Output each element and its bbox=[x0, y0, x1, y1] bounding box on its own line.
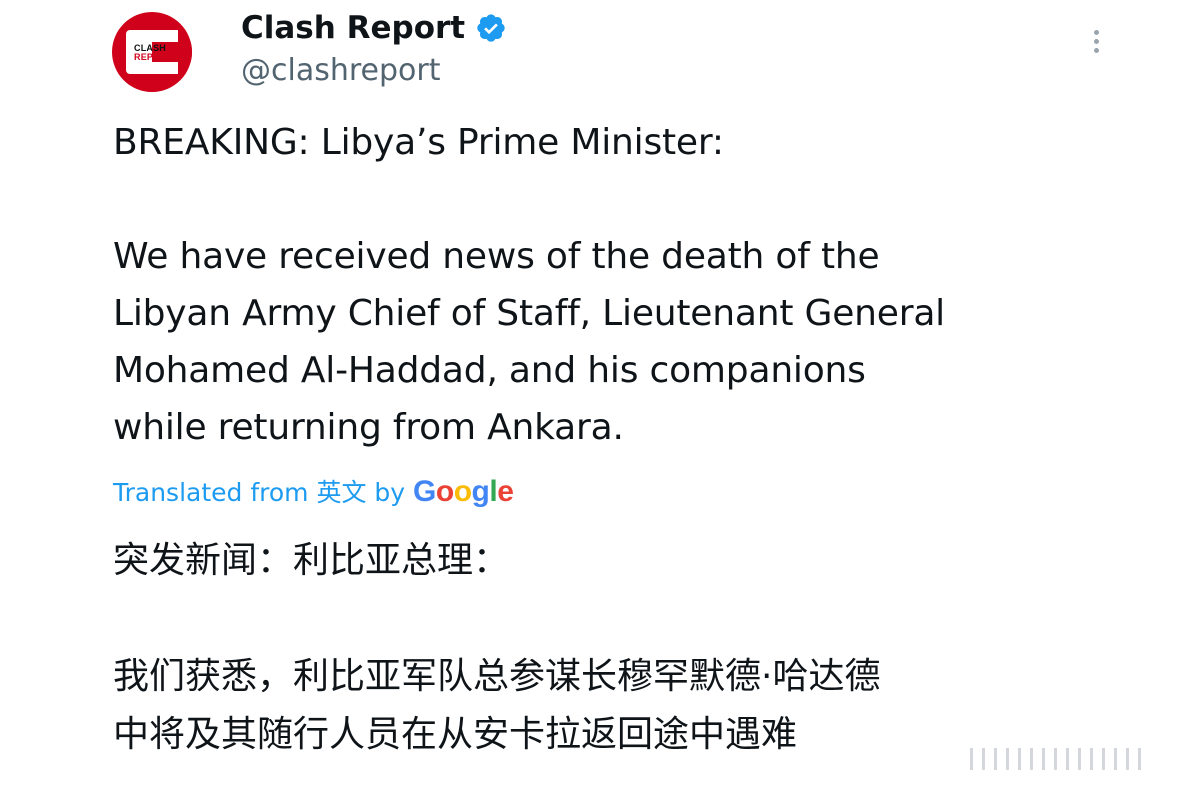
translated-text: 突发新闻：利比亚总理： 我们获悉，利比亚军队总参谋长穆罕默德·哈达德 中将及其随… bbox=[113, 532, 1113, 764]
more-options-icon[interactable] bbox=[1084, 30, 1108, 60]
translated-by-link[interactable]: Translated from 英文 by Google bbox=[113, 472, 514, 513]
author-handle[interactable]: @clashreport bbox=[241, 52, 440, 90]
verified-badge-icon bbox=[477, 14, 505, 42]
avatar-logo-text-bottom: REPORT bbox=[134, 52, 173, 62]
tweet-line: Mohamed Al-Haddad, and his companions bbox=[113, 350, 866, 391]
google-logo: Google bbox=[413, 475, 514, 508]
tweet-line: We have received news of the death of th… bbox=[113, 236, 880, 277]
tweet-line: Libyan Army Chief of Staff, Lieutenant G… bbox=[113, 293, 945, 334]
watermark bbox=[910, 740, 1160, 776]
author-display-name[interactable]: Clash Report bbox=[241, 8, 465, 48]
tweet-line: BREAKING: Libya’s Prime Minister: bbox=[113, 122, 724, 163]
translation-line: 我们获悉，利比亚军队总参谋长穆罕默德·哈达德 bbox=[113, 656, 881, 697]
tweet-text: BREAKING: Libya’s Prime Minister: We hav… bbox=[113, 114, 1113, 456]
translated-by-label: Translated from 英文 by bbox=[113, 478, 406, 507]
avatar[interactable]: CLASH REPORT bbox=[112, 12, 192, 92]
tweet-line: while returning from Ankara. bbox=[113, 407, 624, 448]
translation-line: 突发新闻：利比亚总理： bbox=[113, 540, 510, 581]
